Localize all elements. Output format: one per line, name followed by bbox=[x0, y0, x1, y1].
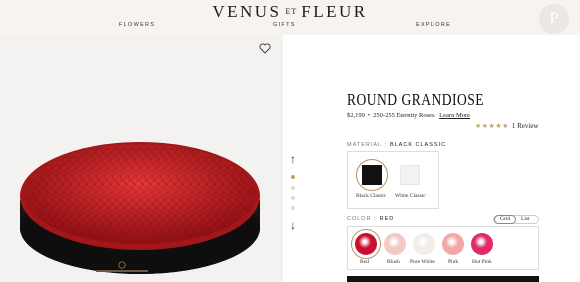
material-option-white-classic[interactable] bbox=[400, 165, 420, 185]
product-image bbox=[20, 142, 260, 274]
product-title: ROUND GRANDIOSE bbox=[347, 90, 485, 109]
logo-word-venus: VENUS bbox=[212, 2, 282, 21]
gallery-dot-3[interactable] bbox=[291, 196, 295, 200]
color-label-pure-white: Pure White bbox=[410, 259, 435, 265]
nav-gifts[interactable]: GIFTS bbox=[273, 22, 296, 28]
material-option-label-black: Black Classic bbox=[356, 193, 387, 199]
gallery-dot-1[interactable] bbox=[291, 175, 295, 179]
arrow-down-icon[interactable]: ↓ bbox=[287, 218, 299, 232]
learn-more-link[interactable]: Learn More bbox=[439, 112, 470, 119]
material-option-black-classic[interactable] bbox=[362, 165, 382, 185]
product-price: $2,199 bbox=[347, 112, 365, 119]
color-label-text: COLOR : bbox=[347, 216, 377, 222]
gallery-dot-4[interactable] bbox=[291, 206, 295, 210]
color-option-red[interactable] bbox=[355, 233, 377, 255]
logo-word-et: ET bbox=[285, 7, 298, 16]
list-toggle-button[interactable]: List bbox=[521, 216, 530, 223]
color-label: COLOR : RED bbox=[347, 216, 394, 222]
site-header: VENUS ET FLEUR FLOWERS GIFTS EXPLORE P bbox=[0, 0, 580, 35]
product-description: 250-255 Eternity Roses bbox=[373, 112, 435, 119]
color-value: RED bbox=[379, 216, 395, 222]
material-option-label-white: White Classic bbox=[395, 193, 426, 199]
material-value: BLACK CLASSIC bbox=[389, 142, 447, 148]
watermark-badge: P bbox=[539, 4, 569, 34]
color-option-blush[interactable] bbox=[384, 233, 406, 255]
material-label: MATERIAL : BLACK CLASSIC bbox=[347, 142, 446, 148]
product-meta: $2,199 • 250-255 Eternity Roses Learn More bbox=[347, 112, 470, 119]
color-option-hot-pink[interactable] bbox=[471, 233, 493, 255]
color-label-pink: Pink bbox=[448, 259, 459, 265]
star-rating-icon: ★★★★★ bbox=[475, 123, 509, 130]
nav-explore[interactable]: EXPLORE bbox=[416, 22, 451, 28]
meta-separator: • bbox=[367, 112, 371, 119]
material-label-text: MATERIAL : bbox=[347, 142, 387, 148]
color-label-hot-pink: Hot Pink bbox=[472, 259, 492, 265]
grid-toggle-button[interactable]: Grid bbox=[494, 215, 516, 224]
color-label-red: Red bbox=[360, 259, 369, 265]
review-count[interactable]: 1 Review bbox=[512, 122, 539, 130]
color-option-pink[interactable] bbox=[442, 233, 464, 255]
view-toggle[interactable]: Grid List bbox=[493, 215, 539, 224]
nav-flowers[interactable]: FLOWERS bbox=[119, 22, 155, 28]
color-option-pure-white[interactable] bbox=[413, 233, 435, 255]
heart-icon[interactable] bbox=[259, 43, 271, 54]
gallery-dot-2[interactable] bbox=[291, 186, 295, 190]
add-to-cart-button[interactable] bbox=[347, 276, 539, 282]
logo[interactable]: VENUS ET FLEUR bbox=[0, 2, 580, 22]
color-label-blush: Blush bbox=[387, 259, 400, 265]
rating[interactable]: ★★★★★ 1 Review bbox=[475, 122, 539, 130]
arrow-up-icon[interactable]: ↑ bbox=[287, 152, 299, 166]
logo-word-fleur: FLEUR bbox=[301, 2, 368, 21]
